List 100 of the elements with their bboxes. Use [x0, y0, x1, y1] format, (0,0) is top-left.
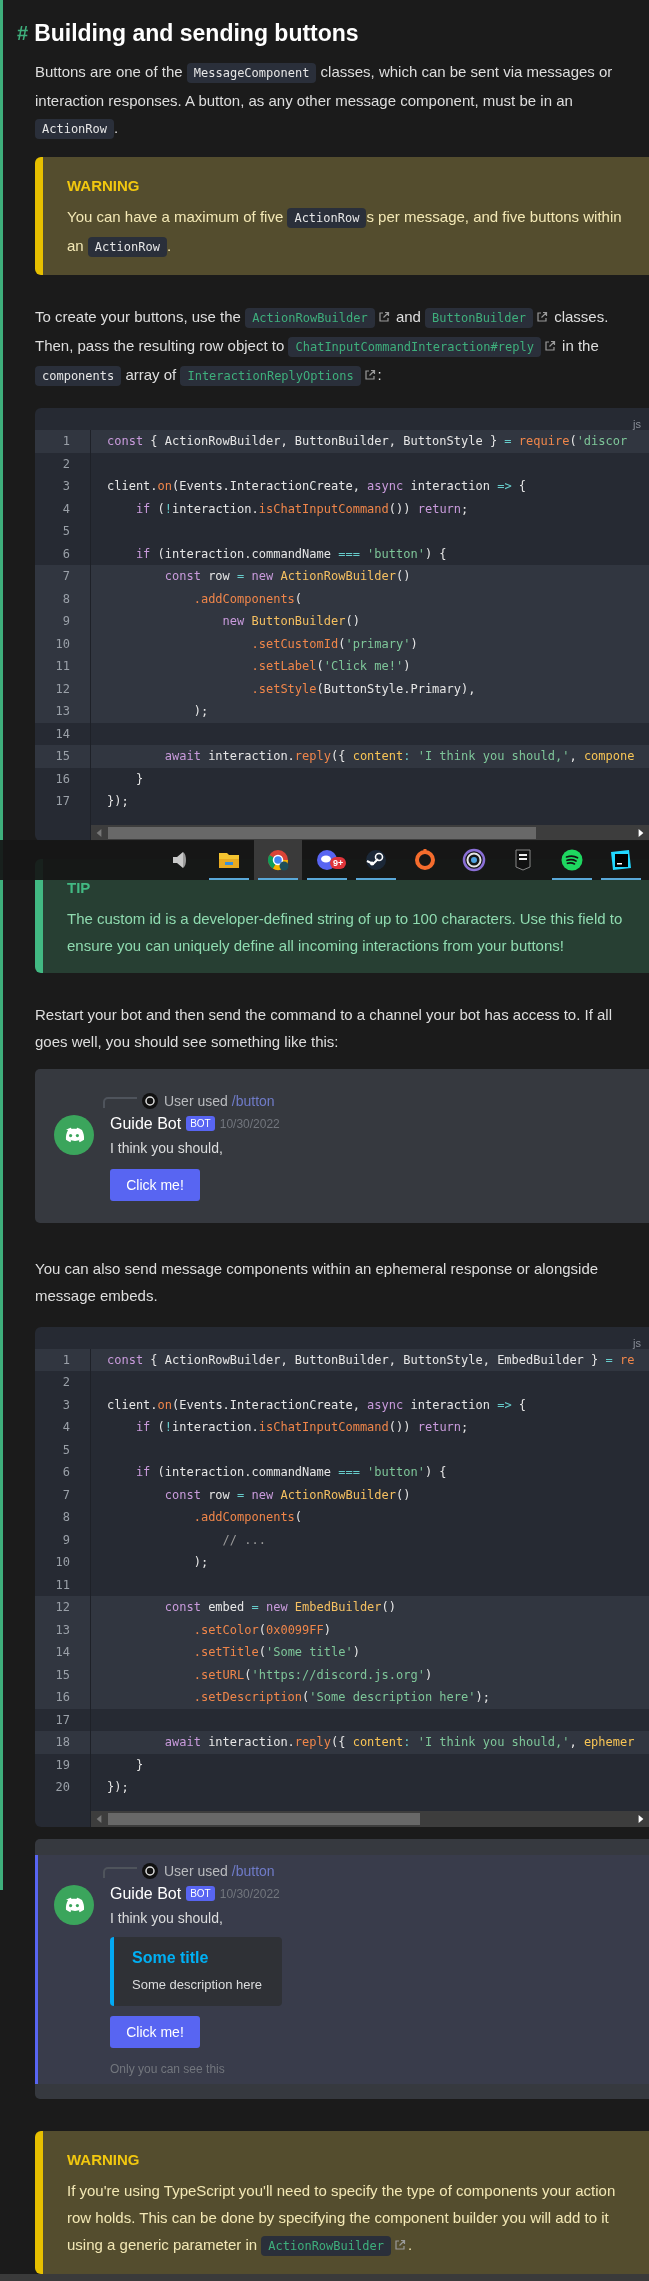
line-number: 7 [35, 1483, 91, 1506]
scrollbar[interactable] [91, 824, 649, 841]
line-number: 4 [35, 1416, 91, 1439]
taskbar-button[interactable] [254, 840, 302, 880]
line-number: 10 [35, 632, 91, 655]
line-number: 19 [35, 1753, 91, 1776]
message-text: I think you should, [110, 1138, 223, 1158]
swirl-icon [462, 848, 486, 872]
line-number: 3 [35, 1393, 91, 1416]
line-number: 15 [35, 745, 91, 768]
code-line: client.on(Events.InteractionCreate, async interaction => { [106, 1396, 528, 1414]
callout-title: WARNING [67, 176, 141, 196]
line-number: 10 [35, 1551, 91, 1574]
line-number: 15 [35, 1663, 91, 1686]
author-name: Guide Bot [110, 1884, 182, 1903]
line-number: 9 [35, 1528, 91, 1551]
line-number: 2 [35, 452, 91, 475]
reply-line [103, 1095, 137, 1108]
timestamp: 10/30/2022 [219, 1886, 280, 1901]
bot-avatar [54, 1114, 94, 1155]
external-link-icon [543, 340, 556, 352]
line-number: 3 [35, 475, 91, 498]
callout-title: TIP [67, 877, 92, 898]
user-avatar-icon [142, 1862, 158, 1879]
code-line: } [134, 770, 145, 788]
line-number: 16 [35, 1686, 91, 1709]
line-number: 1 [35, 430, 91, 453]
line-number: 18 [35, 1731, 91, 1754]
paragraph: Buttons are one of the MessageComponent classes, which can be sent via messages or interaction responses. A button, as any other message component, must be in an ActionRow . [35, 58, 649, 143]
taskbar-button[interactable]: 9+ [303, 840, 351, 880]
code-line: if (!interaction.isChatInputCommand()) return; [134, 1419, 470, 1436]
message-button[interactable]: Click me! [110, 1168, 200, 1201]
line-number: 7 [35, 565, 91, 588]
code-line: client.on(Events.InteractionCreate, async interaction => { [106, 478, 528, 495]
line-number: 14 [35, 1641, 91, 1664]
bot-avatar [54, 1884, 94, 1925]
line-number: 12 [35, 677, 91, 700]
line-number: 9 [35, 610, 91, 633]
line-number: 13 [35, 700, 91, 723]
anchor-link[interactable]: # [17, 18, 29, 48]
scrollbar[interactable] [91, 1810, 649, 1827]
author-name: Guide Bot [110, 1114, 182, 1133]
line-number: 5 [35, 1438, 91, 1461]
line-number: 4 [35, 497, 91, 520]
reply-line [103, 1865, 137, 1878]
line-number: 17 [35, 790, 91, 813]
line-number: 16 [35, 767, 91, 790]
message-button[interactable]: Click me! [110, 2015, 200, 2048]
command-name[interactable]: /button [231, 1862, 275, 1879]
reply-text: User used [164, 1092, 228, 1109]
callout-text: The custom id is a developer-defined string of up to 100 characters. Use this field to ensure you can uniquely define all incoming interactions from your buttons! [67, 908, 624, 956]
external-link-icon [536, 311, 548, 323]
code-line: } [134, 1756, 145, 1774]
line-number: 5 [35, 520, 91, 543]
code-line: ); [192, 1554, 210, 1571]
code-line: if (interaction.commandName === 'button') { [134, 1464, 448, 1481]
launcher-icon [364, 848, 388, 872]
embed-title[interactable]: Some title [132, 1948, 266, 1967]
code-line: }); [106, 793, 130, 810]
code-line: }); [106, 1779, 130, 1796]
timestamp: 10/30/2022 [219, 1116, 280, 1131]
ring-icon [413, 848, 437, 872]
code-line: .addComponents( [192, 1509, 304, 1526]
code-line: if (!interaction.isChatInputCommand()) return; [134, 500, 470, 518]
line-number: 8 [35, 587, 91, 610]
music-icon [560, 848, 584, 872]
embed-description: Some description here [132, 1976, 264, 1992]
code-line: const row = new ActionRowBuilder() [163, 1486, 412, 1504]
line-number: 11 [35, 655, 91, 678]
callout-title: WARNING [67, 2149, 141, 2170]
code-line: // ... [221, 1531, 267, 1549]
line-number: 2 [35, 1371, 91, 1394]
browser-icon [266, 848, 290, 872]
language-label: js [633, 1336, 641, 1349]
message-text: I think you should, [110, 1908, 223, 1928]
line-number: 12 [35, 1596, 91, 1619]
line-number: 20 [35, 1776, 91, 1799]
reply-text: User used [164, 1862, 228, 1879]
external-link-icon [393, 2238, 406, 2251]
page-heading: Building and sending buttons [34, 19, 359, 48]
command-name[interactable]: /button [231, 1092, 275, 1109]
editor-icon [609, 848, 633, 872]
line-number: 6 [35, 1461, 91, 1484]
user-avatar-icon [142, 1092, 158, 1109]
line-number: 13 [35, 1618, 91, 1641]
notification-badge: 9+ [330, 857, 347, 869]
bot-tag: BOT [186, 1886, 215, 1901]
callout-text: If you're using TypeScript you'll need to specify the type of components your action row holds. This can be done by specifying the component builder you will add to it using a generic parameter in ActionRowBuilder . [67, 2176, 641, 2260]
code-line: if (interaction.commandName === 'button') { [134, 545, 448, 563]
external-link-icon [363, 369, 376, 381]
ephemeral-note: Only you can see this [110, 2061, 225, 2076]
paragraph: You can also send message components within an ephemeral response or alongside message embeds. [35, 1258, 600, 1306]
line-number: 1 [35, 1348, 91, 1371]
external-link-icon [377, 311, 390, 323]
language-label: js [633, 418, 641, 430]
line-number: 8 [35, 1506, 91, 1529]
paragraph: Restart your bot and then send the command to a channel your bot has access to. If all goes well, you should see something like this: [35, 1004, 613, 1052]
bot-tag: BOT [186, 1116, 215, 1131]
callout-text: You can have a maximum of five ActionRow s per message, and five buttons within an ActionRow . [67, 203, 641, 261]
paragraph: To create your buttons, use the ActionRowBuilder and ButtonBuilder classes. Then, pass the resulting row object to ChatInputCommandInteraction#reply in the components array of InteractionReplyOptions : [35, 303, 649, 390]
